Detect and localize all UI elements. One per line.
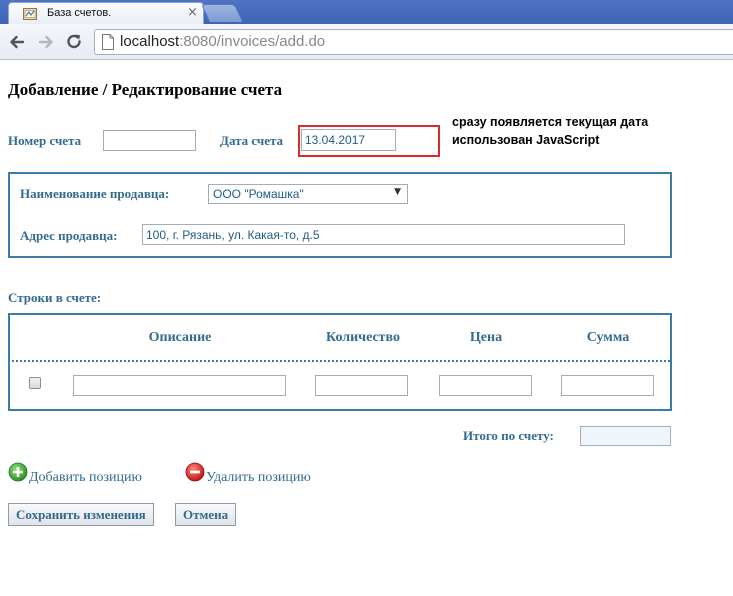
browser-toolbar: localhost:8080/invoices/add.do [0,24,733,60]
remove-position-label: Удалить позицию [206,470,311,485]
new-tab-button[interactable] [200,4,244,22]
row-description-input[interactable] [73,375,286,396]
chevron-down-icon: ▼ [394,187,401,197]
annotation-line-1: сразу появляется текущая дата [452,115,649,129]
tab-title: База счетов. [47,7,112,19]
folder-favicon-icon [23,8,37,20]
lines-section-label: Строки в счете: [8,290,102,305]
seller-name-selected: ООО "Ромашка" [213,187,304,201]
header-divider [12,360,670,362]
plus-circle-icon [8,462,28,482]
seller-name-label: Наименование продавца: [20,186,170,201]
seller-address-label: Адрес продавца: [20,228,118,243]
address-bar[interactable]: localhost:8080/invoices/add.do [94,29,733,55]
row-sum-input[interactable] [561,375,654,396]
add-position-label: Добавить позицию [29,470,142,485]
minus-circle-icon [185,462,205,482]
seller-address-input[interactable] [142,224,625,245]
forward-arrow-icon[interactable] [36,32,56,52]
annotation-note: сразу появляется текущая дата использова… [452,113,648,149]
seller-name-select[interactable]: ООО "Ромашка" ▼ [208,184,408,204]
back-arrow-icon[interactable] [7,32,27,52]
reload-icon[interactable] [64,32,84,52]
column-header-description: Описание [148,330,212,345]
column-header-quantity: Количество [325,330,401,345]
browser-tab[interactable]: База счетов. × [8,2,204,24]
total-label: Итого по счету: [463,428,554,443]
total-input[interactable] [580,426,671,446]
column-header-price: Цена [469,330,503,345]
invoice-date-label: Дата счета [220,133,284,148]
row-quantity-input[interactable] [315,375,408,396]
save-button[interactable]: Сохранить изменения [8,503,154,526]
row-checkbox[interactable] [29,377,41,389]
column-header-sum: Сумма [586,330,630,345]
annotation-line-2: использован JavaScript [452,133,600,147]
url-text: localhost:8080/invoices/add.do [120,33,325,50]
url-path: :8080/invoices/add.do [179,33,326,50]
url-host: localhost [120,33,180,50]
page-title: Добавление / Редактирование счета [8,80,283,99]
tab-close-button[interactable]: × [187,6,198,20]
lines-table [8,313,672,411]
cancel-button[interactable]: Отмена [175,503,237,526]
invoice-number-label: Номер счета [8,133,82,148]
page-icon [102,34,114,50]
invoice-number-input[interactable] [103,130,196,151]
browser-tabstrip: База счетов. × [0,0,733,24]
annotation-highlight-box [298,125,440,157]
row-price-input[interactable] [439,375,532,396]
